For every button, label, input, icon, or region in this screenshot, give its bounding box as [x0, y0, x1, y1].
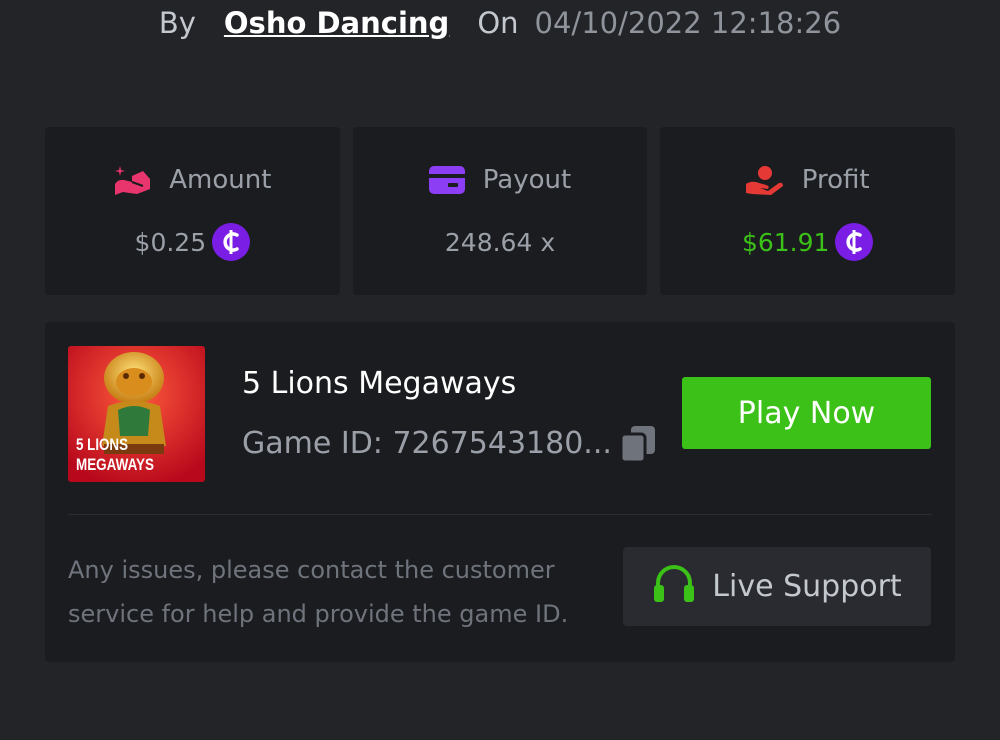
amount-value: $0.25 [134, 227, 207, 257]
bet-meta-line: By Osho Dancing On 04/10/2022 12:18:26 [0, 0, 1000, 46]
help-text: Any issues, please contact the customer … [68, 556, 569, 628]
bet-datetime: 04/10/2022 12:18:26 [534, 6, 842, 40]
money-hand-icon [745, 165, 784, 195]
amount-stat: Amount $0.25 [45, 127, 340, 295]
amount-label: Amount [169, 165, 272, 195]
headset-icon [652, 563, 696, 611]
game-card: 5 LIONS MEGAWAYS 5 Lions Megaways Game I… [45, 322, 955, 662]
amount-hand-icon [113, 165, 151, 195]
credit-card-icon [428, 166, 465, 194]
profit-label: Profit [801, 165, 870, 195]
thumb-title-line2: MEGAWAYS [76, 455, 154, 474]
game-title[interactable]: 5 Lions Megaways [242, 366, 516, 401]
on-label: On [477, 6, 519, 40]
coin-icon [835, 223, 874, 261]
coin-icon [212, 223, 251, 261]
play-now-button[interactable]: Play Now [682, 377, 931, 449]
payout-header: Payout [428, 163, 572, 197]
payout-stat: Payout 248.64 x [352, 127, 648, 295]
bet-stats: Amount $0.25 Payout 248.64 x Profit $61.… [45, 127, 956, 295]
username-link[interactable]: Osho Dancing [224, 6, 449, 40]
thumb-title-line1: 5 LIONS [76, 435, 128, 454]
copy-icon[interactable] [619, 424, 657, 464]
profit-stat: Profit $61.91 [660, 127, 956, 295]
payout-value-row: 248.64 x [445, 223, 555, 261]
divider [68, 514, 932, 515]
profit-value: $61.91 [741, 227, 830, 257]
amount-value-row: $0.25 [135, 223, 251, 261]
game-thumbnail[interactable]: 5 LIONS MEGAWAYS [68, 346, 205, 482]
profit-value-row: $61.91 [741, 223, 874, 261]
live-support-label: Live Support [712, 569, 902, 604]
by-label: By [158, 6, 196, 40]
payout-value: 248.64 x [444, 227, 556, 257]
game-id: Game ID: 7267543180... [242, 426, 612, 461]
payout-label: Payout [482, 165, 572, 195]
profit-header: Profit [745, 163, 870, 197]
live-support-button[interactable]: Live Support [623, 547, 931, 626]
amount-header: Amount [113, 163, 271, 197]
